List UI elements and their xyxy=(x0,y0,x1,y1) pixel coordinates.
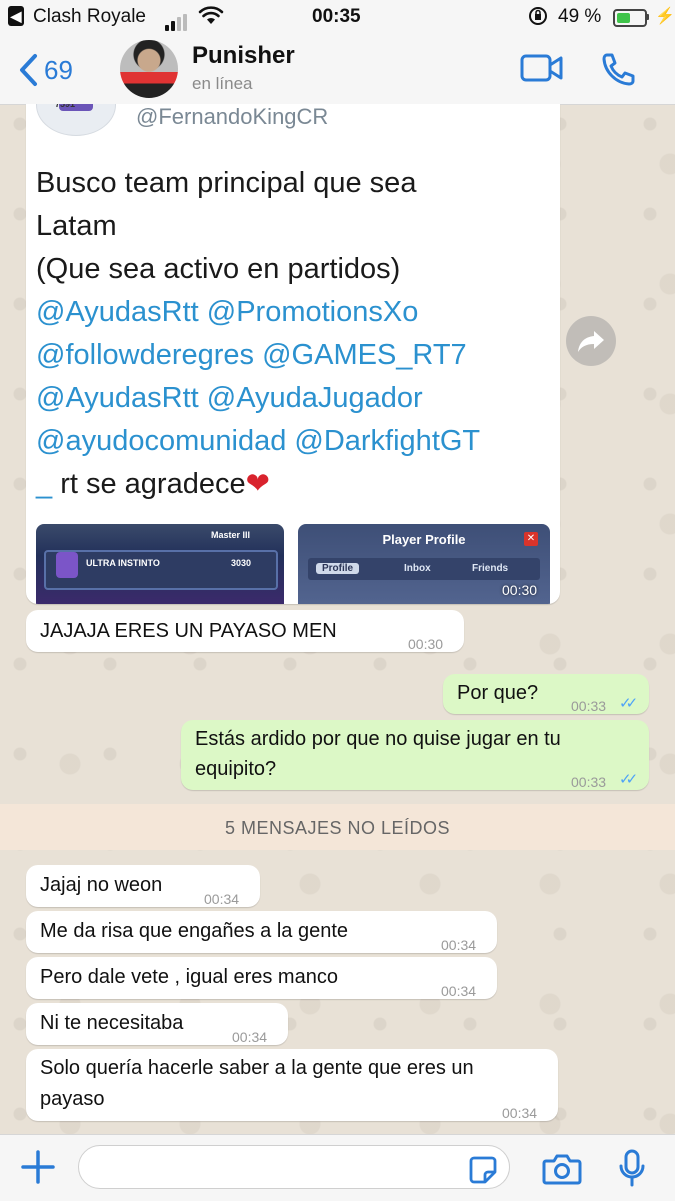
inbox-tab: Inbox xyxy=(404,563,431,574)
tweet-mention: @followderegres xyxy=(36,339,255,371)
tweet-mention: @GAMES_RT7 xyxy=(262,339,467,371)
tweet-avatar-badge: 7591 xyxy=(55,104,76,109)
tweet-mention: @ayudocomunidad xyxy=(36,425,287,457)
message-text: Ni te necesitaba xyxy=(40,1012,184,1034)
phone-call-icon[interactable] xyxy=(600,52,636,86)
incoming-message[interactable]: JAJAJA ERES UN PAYASO MEN 00:30 xyxy=(26,610,464,652)
microphone-icon[interactable] xyxy=(618,1149,646,1187)
message-text: Por que? xyxy=(457,682,539,704)
charging-bolt-icon: ⚡ xyxy=(655,8,675,25)
profile-tabs: Profile Inbox Friends xyxy=(308,558,540,580)
tweet-mention: @AyudasRtt xyxy=(36,296,199,328)
message-text: Estás ardido por que no quise jugar en t… xyxy=(195,728,561,750)
friends-tab: Friends xyxy=(472,563,509,574)
message-input[interactable] xyxy=(78,1145,510,1189)
message-text: JAJAJA ERES UN PAYASO MEN xyxy=(40,620,337,642)
back-to-app-icon[interactable]: ◀ xyxy=(8,6,24,26)
tweet-mention: @DarkfightGT xyxy=(294,425,481,457)
contact-status: en línea xyxy=(192,74,253,93)
plus-icon[interactable] xyxy=(20,1149,56,1185)
tweet-line: (Que sea activo en partidos) xyxy=(36,253,401,285)
tweet-mention: @AyudaJugador xyxy=(206,382,423,414)
tweet-mention: @PromotionsXo xyxy=(206,296,419,328)
chevron-left-icon xyxy=(20,54,37,86)
camera-icon[interactable] xyxy=(542,1153,582,1185)
read-ticks-icon: ✓✓ xyxy=(619,695,638,712)
outgoing-message[interactable]: Por que? 00:33 ✓✓ xyxy=(443,674,649,714)
contact-avatar[interactable] xyxy=(120,40,178,98)
read-ticks-icon: ✓✓ xyxy=(619,771,638,788)
message-text: Pero dale vete , igual eres manco xyxy=(40,966,338,988)
back-to-app-label[interactable]: Clash Royale xyxy=(33,6,146,28)
video-call-icon[interactable] xyxy=(520,52,564,84)
message-time: 00:30 xyxy=(408,636,444,652)
contact-name[interactable]: Punisher xyxy=(192,42,295,70)
clan-emblem-icon xyxy=(56,552,78,578)
tweet-mention: _ xyxy=(36,468,53,500)
unread-messages-divider: 5 MENSAJES NO LEÍDOS xyxy=(0,804,675,850)
wifi-icon xyxy=(198,6,224,24)
tweet-author-avatar: 7591 xyxy=(36,104,116,136)
clan-rank: Master III xyxy=(211,530,251,540)
incoming-message[interactable]: Jajaj no weon 00:34 xyxy=(26,865,260,907)
battery-percent: 49 % xyxy=(558,6,602,27)
battery-fill xyxy=(617,13,630,23)
battery-icon xyxy=(613,9,647,27)
clan-banner xyxy=(44,550,278,590)
message-text: Solo quería hacerle saber a la gente que… xyxy=(40,1057,474,1079)
tweet-line: Busco team principal que sea xyxy=(36,167,417,199)
status-bar: ◀ Clash Royale 00:35 49 % ⚡ xyxy=(0,0,675,34)
tweet-screenshot-message[interactable]: 7591 @FernandoKingCR Busco team principa… xyxy=(26,104,560,604)
orientation-lock-icon xyxy=(529,7,547,25)
close-icon: ✕ xyxy=(524,532,538,546)
message-time: 00:33 xyxy=(571,698,607,714)
tweet-image-clan: ULTRA INSTINTO Master III 3030 xyxy=(36,524,284,604)
clan-name: ULTRA INSTINTO xyxy=(86,558,160,568)
tweet-mention: @AyudasRtt xyxy=(36,382,199,414)
tweet-line: Latam xyxy=(36,210,117,242)
message-text: equipito? xyxy=(195,758,277,780)
message-time: 00:34 xyxy=(441,937,477,953)
forward-button[interactable] xyxy=(566,316,616,366)
incoming-message[interactable]: Pero dale vete , igual eres manco 00:34 xyxy=(26,957,497,999)
cellular-signal-icon xyxy=(165,9,189,31)
back-button[interactable]: 69 xyxy=(18,52,73,88)
message-time: 00:33 xyxy=(571,774,607,790)
unread-messages-label: 5 MENSAJES NO LEÍDOS xyxy=(224,818,451,838)
message-time: 00:30 xyxy=(502,582,538,598)
outgoing-message[interactable]: Estás ardido por que no quise jugar en t… xyxy=(181,720,649,790)
tweet-text: Busco team principal que sea Latam (Que … xyxy=(36,162,556,506)
tweet-line: rt se agradece xyxy=(52,468,246,500)
profile-tab: Profile xyxy=(316,563,360,574)
incoming-message[interactable]: Solo quería hacerle saber a la gente que… xyxy=(26,1049,558,1121)
message-text: Me da risa que engañes a la gente xyxy=(40,920,348,942)
incoming-message[interactable]: Me da risa que engañes a la gente 00:34 xyxy=(26,911,497,953)
composer-bar xyxy=(0,1134,675,1201)
sticker-icon[interactable] xyxy=(468,1155,498,1185)
battery-tip xyxy=(646,14,649,20)
message-time: 00:34 xyxy=(232,1029,268,1045)
clan-trophies: 3030 xyxy=(231,558,252,568)
message-time: 00:34 xyxy=(441,983,477,999)
profile-title: Player Profile xyxy=(382,532,466,547)
message-text: payaso xyxy=(40,1088,105,1110)
unread-chats-count: 69 xyxy=(44,54,73,85)
clock: 00:35 xyxy=(312,6,361,27)
tweet-handle: @FernandoKingCR xyxy=(136,104,329,129)
incoming-message[interactable]: Ni te necesitaba 00:34 xyxy=(26,1003,288,1045)
heart-icon: ❤ xyxy=(245,468,270,500)
message-time: 00:34 xyxy=(204,891,240,907)
chat-header: 69 Punisher en línea xyxy=(0,34,675,105)
message-text: Jajaj no weon xyxy=(40,874,163,896)
forward-arrow-icon xyxy=(578,331,604,352)
message-time: 00:34 xyxy=(502,1105,538,1121)
